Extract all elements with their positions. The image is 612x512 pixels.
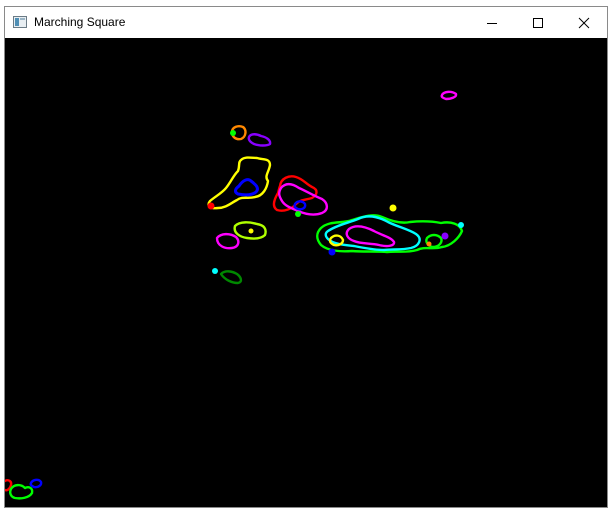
window-title: Marching Square xyxy=(34,15,126,29)
contour-green-dot-cluster xyxy=(295,211,301,217)
maximize-icon xyxy=(533,17,543,28)
contour-darkgreen xyxy=(219,270,243,285)
contour-yellow-dot xyxy=(248,228,254,234)
maximize-button[interactable] xyxy=(515,7,561,38)
contour-purple xyxy=(247,133,272,147)
render-canvas[interactable] xyxy=(5,38,607,507)
contour-orange-dot xyxy=(426,241,432,247)
minimize-button[interactable] xyxy=(469,7,515,38)
contour-blue-dot-cluster xyxy=(328,248,336,256)
contour-red-dot-left xyxy=(207,202,215,210)
close-icon xyxy=(578,17,590,28)
contour-drawing xyxy=(5,90,464,500)
contour-yellow-dot-top xyxy=(389,204,397,212)
title-bar[interactable]: Marching Square xyxy=(5,7,607,38)
close-button[interactable] xyxy=(561,7,607,38)
contour-magenta-mid xyxy=(215,232,240,250)
contour-cyan-dot xyxy=(212,268,218,274)
contour-cyan-dot-right xyxy=(458,222,464,228)
contour-blue-in-yellow xyxy=(234,178,259,197)
contour-green-dot xyxy=(230,130,236,136)
contour-yellow-large xyxy=(207,156,272,210)
minimize-icon xyxy=(487,22,497,24)
app-window: Marching Square xyxy=(4,6,608,508)
contour-blue-bottom xyxy=(29,478,43,489)
contour-magenta-large xyxy=(345,225,396,248)
contour-green-bottom xyxy=(9,483,34,500)
app-window-icon xyxy=(13,16,27,28)
contour-purple-dot xyxy=(441,232,449,240)
contour-magenta-small xyxy=(440,90,458,101)
